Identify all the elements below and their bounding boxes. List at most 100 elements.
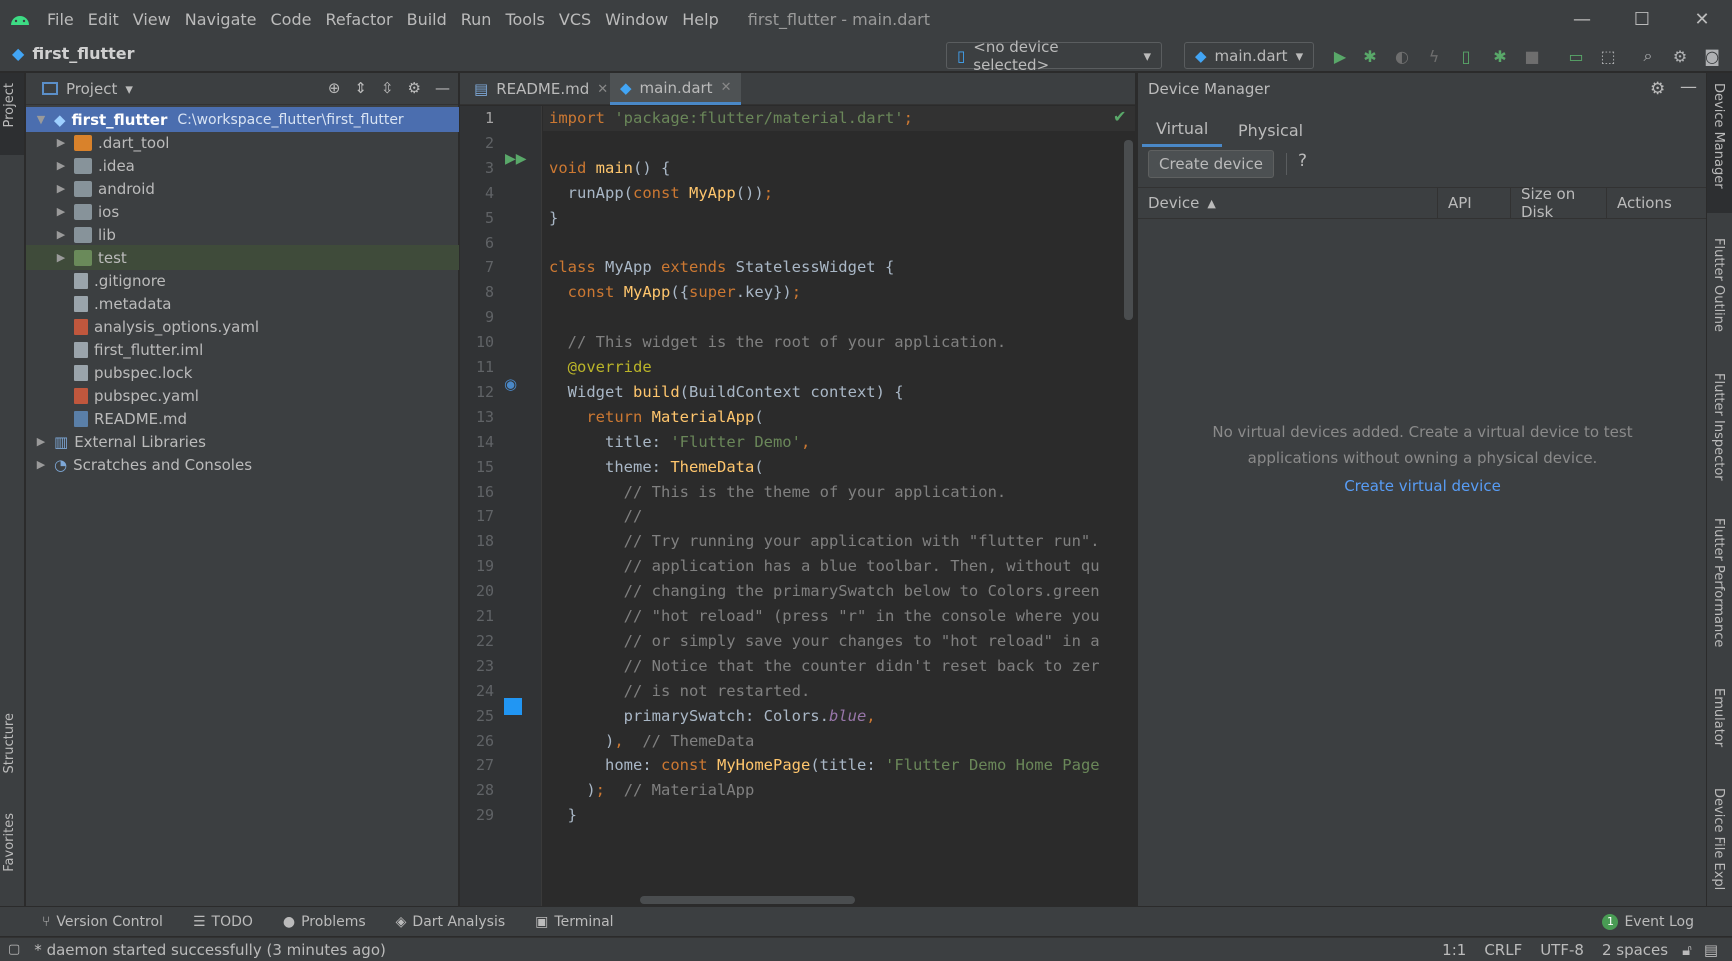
code-line[interactable]: // changing the primarySwatch below to C… [549, 582, 1100, 600]
run-config-selector[interactable]: ◆ main.dart ▾ [1184, 42, 1314, 69]
column-device[interactable]: Device ▲ [1138, 188, 1438, 218]
tab-readme[interactable]: ▤ README.md ✕ [464, 73, 618, 105]
horizontal-scrollbar[interactable] [640, 896, 855, 904]
tree-item-idea[interactable]: ▶ .idea [26, 153, 459, 178]
menu-tools[interactable]: Tools [498, 10, 551, 29]
hide-icon[interactable]: — [1680, 77, 1697, 97]
line-separator[interactable]: CRLF [1484, 941, 1522, 959]
sdk-manager-icon[interactable]: ⬚ [1598, 46, 1618, 66]
profiler-icon[interactable]: ✱ [1490, 46, 1510, 66]
code-line[interactable]: // is not restarted. [549, 682, 811, 700]
project-breadcrumb[interactable]: ◆ first_flutter [12, 44, 135, 63]
expand-all-icon[interactable]: ⇕ [354, 79, 367, 97]
code-line[interactable]: title: 'Flutter Demo', [549, 433, 810, 451]
menu-view[interactable]: View [126, 10, 178, 29]
status-message[interactable]: * daemon started successfully (3 minutes… [34, 941, 386, 959]
tree-item-external-libraries[interactable]: ▶ ▥ External Libraries [26, 429, 459, 454]
stop-icon[interactable]: ■ [1522, 46, 1542, 66]
maximize-icon[interactable]: ☐ [1612, 0, 1672, 38]
code-line[interactable]: theme: ThemeData( [549, 458, 764, 476]
tree-item-test[interactable]: ▶ test [26, 245, 459, 270]
device-manager-tool-tab[interactable]: Device Manager [1711, 83, 1726, 189]
code-line[interactable]: } [549, 806, 577, 824]
create-device-button[interactable]: Create device [1148, 150, 1274, 178]
color-swatch-icon[interactable] [504, 698, 522, 715]
dart-analysis-tool[interactable]: ◈ Dart Analysis [396, 914, 506, 930]
help-icon[interactable]: ? [1298, 151, 1307, 171]
toggle-tool-windows-icon[interactable]: ▢ [8, 942, 20, 957]
chevron-right-icon[interactable]: ▶ [34, 435, 48, 448]
project-panel-title[interactable]: Project [66, 80, 117, 98]
menu-run[interactable]: Run [454, 10, 499, 29]
run-gutter-icon[interactable]: ▶▶ [505, 151, 527, 167]
tree-item-pubspec-yaml[interactable]: pubspec.yaml [26, 383, 459, 408]
code-line[interactable]: // Try running your application with "fl… [549, 532, 1100, 550]
tree-item-pubspec-lock[interactable]: pubspec.lock [26, 360, 459, 385]
menu-refactor[interactable]: Refactor [318, 10, 399, 29]
code-line[interactable]: // application has a blue toolbar. Then,… [549, 557, 1100, 575]
tree-item-first-flutter[interactable]: ▼ ◆ first_flutter C:\workspace_flutter\f… [26, 107, 459, 132]
code-line[interactable]: // Notice that the counter didn't reset … [549, 657, 1100, 675]
tree-item-analysis-options[interactable]: analysis_options.yaml [26, 314, 459, 339]
code-line[interactable]: @override [549, 358, 652, 376]
menu-file[interactable]: File [40, 10, 81, 29]
gear-icon[interactable]: ⚙ [408, 79, 421, 97]
flutter-outline-tool-tab[interactable]: Flutter Outline [1711, 238, 1726, 332]
code-line[interactable]: void main() { [549, 159, 670, 177]
tree-item-ios[interactable]: ▶ ios [26, 199, 459, 224]
vertical-scrollbar[interactable] [1124, 140, 1133, 320]
problems-tool[interactable]: ● Problems [283, 914, 366, 930]
tree-item-gitignore[interactable]: .gitignore [26, 268, 459, 293]
caret-position[interactable]: 1:1 [1442, 941, 1466, 959]
lock-icon[interactable]: 🔓︎ [1682, 941, 1692, 959]
tree-item-readme[interactable]: README.md [26, 406, 459, 431]
file-encoding[interactable]: UTF-8 [1540, 941, 1584, 959]
flutter-inspector-tool-tab[interactable]: Flutter Inspector [1711, 373, 1726, 481]
close-icon[interactable]: ✕ [721, 80, 732, 95]
chevron-right-icon[interactable]: ▶ [54, 205, 68, 218]
device-manager-icon[interactable]: ▭ [1566, 46, 1586, 66]
attach-debugger-icon[interactable]: ▯ [1456, 46, 1476, 66]
chevron-right-icon[interactable]: ▶ [54, 182, 68, 195]
code-line[interactable]: // This is the theme of your application… [549, 483, 1007, 501]
chevron-right-icon[interactable]: ▶ [54, 251, 68, 264]
coverage-icon[interactable]: ◐ [1392, 46, 1412, 66]
tree-item-lib[interactable]: ▶ lib [26, 222, 459, 247]
code-line[interactable]: import 'package:flutter/material.dart'; [549, 109, 913, 127]
device-file-explorer-tool-tab[interactable]: Device File Expl [1711, 788, 1726, 890]
menu-edit[interactable]: Edit [81, 10, 126, 29]
code-line[interactable]: // This widget is the root of your appli… [549, 333, 1007, 351]
terminal-tool[interactable]: ▣ Terminal [535, 914, 613, 930]
run-icon[interactable]: ▶ [1330, 46, 1350, 66]
favorites-tool-tab[interactable]: Favorites [2, 813, 17, 872]
tree-item-android[interactable]: ▶ android [26, 176, 459, 201]
hot-reload-icon[interactable]: ϟ [1424, 46, 1444, 66]
chevron-right-icon[interactable]: ▶ [54, 136, 68, 149]
column-api[interactable]: API [1438, 188, 1511, 218]
code-line[interactable]: Widget build(BuildContext context) { [549, 383, 904, 401]
menu-help[interactable]: Help [675, 10, 725, 29]
code-line[interactable]: ), // ThemeData [549, 732, 754, 750]
tree-item-metadata[interactable]: .metadata [26, 291, 459, 316]
column-actions[interactable]: Actions [1607, 188, 1707, 218]
search-icon[interactable]: ⌕ [1638, 46, 1658, 66]
menu-navigate[interactable]: Navigate [178, 10, 264, 29]
tab-physical[interactable]: Physical [1224, 113, 1317, 147]
chevron-right-icon[interactable]: ▶ [54, 228, 68, 241]
tree-item-scratches[interactable]: ▶ ◔ Scratches and Consoles [26, 452, 459, 477]
code-line[interactable]: // [549, 507, 643, 525]
todo-tool[interactable]: ☰ TODO [193, 914, 253, 930]
emulator-tool-tab[interactable]: Emulator [1711, 688, 1726, 747]
menu-window[interactable]: Window [598, 10, 675, 29]
override-gutter-icon[interactable]: ◉ [504, 375, 517, 393]
chevron-down-icon[interactable]: ▼ [34, 113, 48, 126]
code-line[interactable]: ); // MaterialApp [549, 781, 754, 799]
gear-icon[interactable]: ⚙ [1650, 79, 1665, 99]
column-size[interactable]: Size on Disk [1511, 185, 1607, 221]
chevron-right-icon[interactable]: ▶ [54, 159, 68, 172]
menu-code[interactable]: Code [264, 10, 319, 29]
close-icon[interactable]: ✕ [1672, 0, 1732, 38]
code-line[interactable]: // "hot reload" (press "r" in the consol… [549, 607, 1100, 625]
create-virtual-device-link[interactable]: Create virtual device [1138, 473, 1707, 499]
code-line[interactable]: const MyApp({super.key}); [549, 283, 801, 301]
